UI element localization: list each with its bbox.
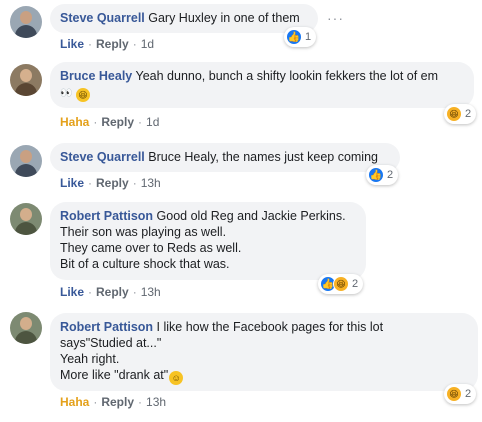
haha-button[interactable]: Haha [60, 115, 89, 129]
reaction-count: 2 [465, 388, 472, 400]
reaction-summary[interactable]: 👍 😆 2 [318, 274, 364, 294]
comment-text-emoji: 👀 [60, 88, 73, 99]
reply-button[interactable]: Reply [101, 395, 134, 409]
like-button[interactable]: Like [60, 285, 84, 299]
comment-actions: Like · Reply · 1d [60, 37, 155, 51]
comment-bubble: Steve Quarrell Gary Huxley in one of the… [50, 4, 318, 33]
like-icon: 👍 [368, 167, 384, 183]
timestamp[interactable]: 1d [146, 115, 159, 129]
reaction-count: 2 [352, 278, 359, 290]
haha-icon: 😆 [446, 386, 462, 402]
reaction-summary[interactable]: 👍 2 [366, 165, 399, 185]
reply-button[interactable]: Reply [101, 115, 134, 129]
reaction-summary[interactable]: 😆 2 [444, 384, 477, 404]
comment-text: Gary Huxley in one of them [148, 11, 300, 25]
comment-text: I like how the Facebook pages for this l… [156, 320, 384, 334]
reaction-summary[interactable]: 😆 2 [444, 104, 477, 124]
comment-author[interactable]: Robert Pattison [60, 320, 153, 334]
comment-bubble: Steve Quarrell Bruce Healy, the names ju… [50, 143, 400, 172]
avatar[interactable] [10, 203, 42, 235]
reaction-count: 2 [387, 169, 394, 181]
comment-author[interactable]: Bruce Healy [60, 69, 132, 83]
comment-actions: Haha · Reply · 13h [60, 395, 167, 409]
haha-icon: 😆 [333, 276, 349, 292]
timestamp[interactable]: 13h [141, 285, 161, 299]
like-icon: 👍 [286, 29, 302, 45]
comment-text: Yeah dunno, bunch a shifty lookin fekker… [135, 69, 439, 83]
comment-author[interactable]: Robert Pattison [60, 209, 153, 223]
comment-author[interactable]: Steve Quarrell [60, 11, 145, 25]
comment-text-continued: says"Studied at..." Yeah right. More lik… [60, 336, 169, 382]
haha-button[interactable]: Haha [60, 395, 89, 409]
avatar[interactable] [10, 312, 42, 344]
more-options-icon[interactable]: ··· [327, 11, 344, 25]
reply-button[interactable]: Reply [96, 37, 129, 51]
reaction-summary[interactable]: 👍 1 [284, 27, 317, 47]
comment-author[interactable]: Steve Quarrell [60, 150, 145, 164]
avatar[interactable] [10, 6, 42, 38]
comment-bubble: Robert Pattison I like how the Facebook … [50, 313, 478, 391]
haha-icon: 😆 [446, 106, 462, 122]
reply-button[interactable]: Reply [96, 285, 129, 299]
like-button[interactable]: Like [60, 37, 84, 51]
avatar[interactable] [10, 145, 42, 177]
timestamp[interactable]: 13h [141, 176, 161, 190]
comment-text: Bruce Healy, the names just keep coming [148, 150, 378, 164]
comment-actions: Haha · Reply · 1d [60, 115, 160, 129]
smiling-emoji-icon: ☺ [169, 371, 184, 385]
avatar[interactable] [10, 64, 42, 96]
comment-bubble: Bruce Healy Yeah dunno, bunch a shifty l… [50, 62, 474, 108]
reaction-count: 2 [465, 108, 472, 120]
comment-actions: Like · Reply · 13h [60, 176, 161, 190]
like-button[interactable]: Like [60, 176, 84, 190]
comment-actions: Like · Reply · 13h [60, 285, 161, 299]
laughing-emoji-icon: 😆 [75, 88, 90, 102]
timestamp[interactable]: 1d [141, 37, 154, 51]
comment-bubble: Robert Pattison Good old Reg and Jackie … [50, 202, 366, 280]
timestamp[interactable]: 13h [146, 395, 166, 409]
reply-button[interactable]: Reply [96, 176, 129, 190]
reaction-count: 1 [305, 31, 312, 43]
